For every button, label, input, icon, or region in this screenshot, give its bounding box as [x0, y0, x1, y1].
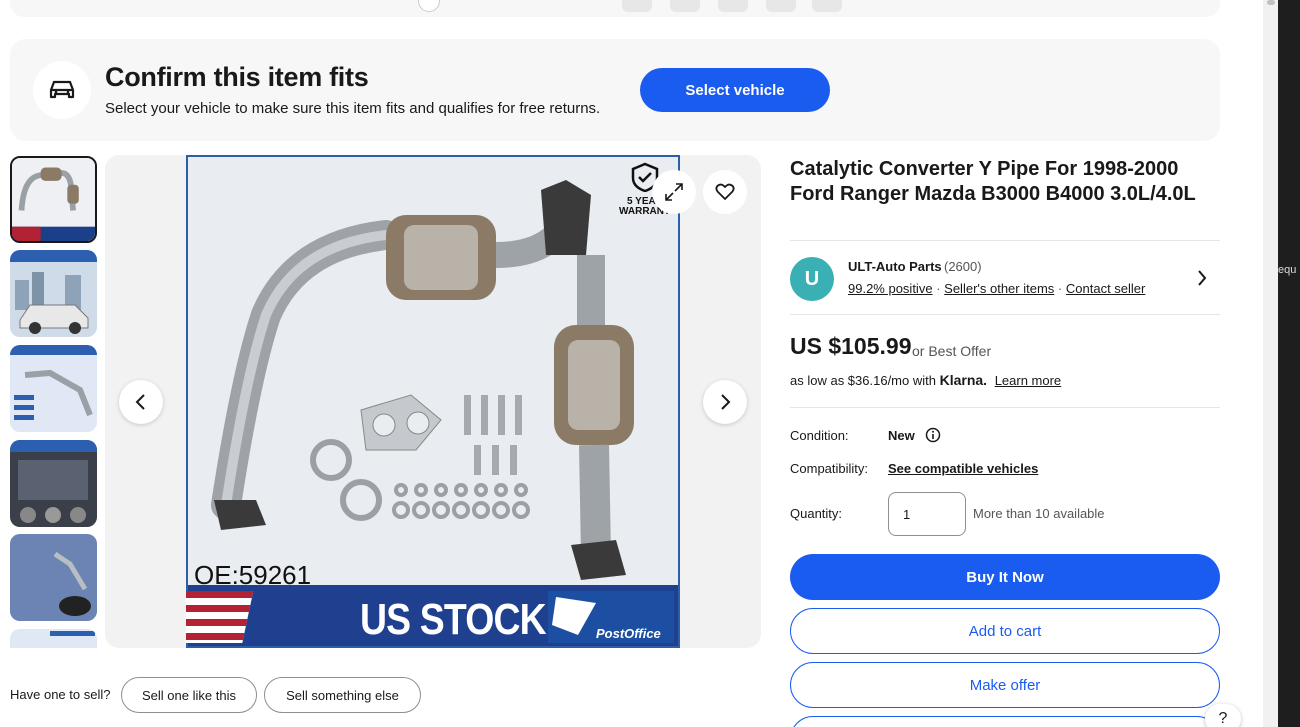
- select-vehicle-button[interactable]: Select vehicle: [640, 68, 830, 112]
- side-panel-text: equ: [1278, 264, 1297, 276]
- price: US $105.99: [790, 333, 912, 359]
- make-offer-button[interactable]: Make offer: [790, 662, 1220, 708]
- car-icon: [33, 61, 91, 119]
- chevron-right-icon[interactable]: [1196, 268, 1208, 293]
- top-rating-strip: [10, 0, 1220, 17]
- info-icon[interactable]: [925, 427, 941, 448]
- klarna-line: as low as $36.16/mo with Klarna. Learn m…: [790, 372, 1061, 388]
- chevron-left-icon[interactable]: [119, 380, 163, 424]
- seller-name[interactable]: ULT-Auto Parts: [848, 259, 942, 274]
- expand-icon[interactable]: [652, 170, 696, 214]
- mini-thumb[interactable]: [812, 0, 842, 12]
- oe-code-label: OE:59261: [194, 560, 312, 590]
- thumbnail-4[interactable]: [10, 440, 97, 527]
- add-to-watchlist-button[interactable]: [790, 716, 1220, 727]
- help-button[interactable]: ?: [1205, 704, 1241, 727]
- thumbnail-1[interactable]: [10, 156, 97, 243]
- scrollbar-thumb[interactable]: [1267, 0, 1275, 5]
- add-to-cart-button[interactable]: Add to cart: [790, 608, 1220, 654]
- thumbnail-5[interactable]: [10, 534, 97, 621]
- availability-text: More than 10 available: [973, 506, 1105, 521]
- klarna-prefix: as low as $36.16/mo with: [790, 373, 936, 388]
- fit-subtitle: Select your vehicle to make sure this it…: [105, 100, 601, 117]
- condition-label: Condition:: [790, 428, 849, 443]
- scrollbar[interactable]: [1263, 0, 1278, 727]
- us-stock-label: US STOCK: [360, 595, 547, 644]
- side-panel: [1278, 0, 1300, 727]
- learn-more-link[interactable]: Learn more: [995, 373, 1061, 388]
- seller-feedback-count: (2600): [944, 259, 982, 274]
- buy-it-now-button[interactable]: Buy It Now: [790, 554, 1220, 600]
- sell-label: Have one to sell?: [10, 687, 111, 702]
- mini-thumb[interactable]: [670, 0, 700, 12]
- quantity-input[interactable]: [888, 492, 966, 536]
- item-title: Catalytic Converter Y Pipe For 1998-2000…: [790, 158, 1196, 205]
- sell-something-else-button[interactable]: Sell something else: [264, 677, 421, 713]
- condition-value: New: [888, 428, 915, 443]
- chevron-right-icon[interactable]: [703, 380, 747, 424]
- klarna-logo: Klarna.: [939, 372, 988, 388]
- seller-avatar[interactable]: U: [790, 257, 834, 301]
- compatibility-label: Compatibility:: [790, 461, 869, 476]
- thumbnail-6[interactable]: [10, 629, 97, 648]
- best-offer-note: or Best Offer: [912, 343, 992, 359]
- mini-thumb[interactable]: [718, 0, 748, 12]
- thumbnail-3[interactable]: [10, 345, 97, 432]
- quantity-label: Quantity:: [790, 506, 843, 521]
- seller-other-items-link[interactable]: Seller's other items: [944, 281, 1054, 296]
- sell-one-like-this-button[interactable]: Sell one like this: [121, 677, 257, 713]
- fit-title: Confirm this item fits: [105, 62, 369, 92]
- mini-thumb[interactable]: [766, 0, 796, 12]
- rating-circle: [418, 0, 440, 12]
- divider: [790, 314, 1220, 315]
- post-office-label: PostOffice: [596, 626, 661, 641]
- heart-icon[interactable]: [703, 170, 747, 214]
- contact-seller-link[interactable]: Contact seller: [1066, 281, 1145, 296]
- thumbnail-2[interactable]: [10, 250, 97, 337]
- see-compatible-vehicles-link[interactable]: See compatible vehicles: [888, 461, 1038, 476]
- divider: [790, 240, 1220, 241]
- seller-links: 99.2% positive · Seller's other items · …: [848, 281, 1145, 296]
- separator-dot: ·: [1057, 281, 1063, 296]
- seller-positive-link[interactable]: 99.2% positive: [848, 281, 933, 296]
- mini-thumb[interactable]: [622, 0, 652, 12]
- divider: [790, 407, 1220, 408]
- separator-dot: ·: [936, 281, 941, 296]
